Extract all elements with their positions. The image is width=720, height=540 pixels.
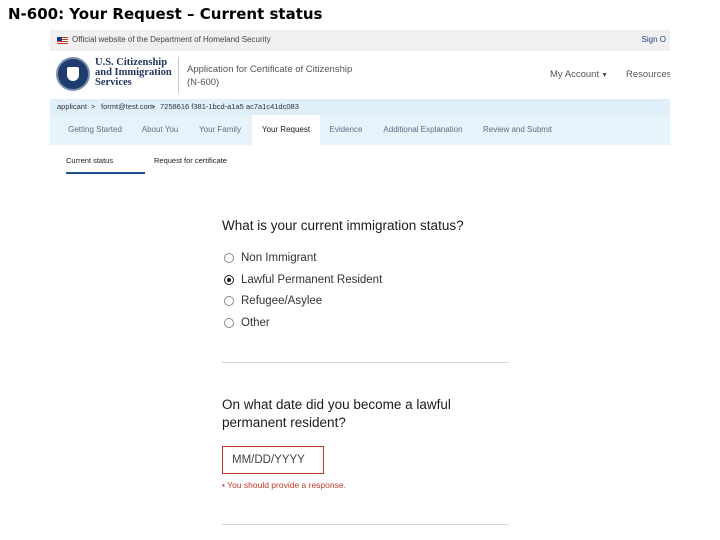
step-about-you[interactable]: About You [134, 115, 186, 145]
radio-option-refugee-asylee[interactable]: Refugee/Asylee [224, 294, 322, 308]
radio-label: Non Immigrant [241, 252, 317, 264]
breadcrumb-item: 7258616 f381-1bcd-a1a5 ac7a1c41dc083 [160, 102, 299, 111]
us-flag-icon [57, 37, 68, 44]
dhs-seal-icon[interactable] [56, 57, 90, 91]
immigration-status-question: What is your current immigration status? [222, 218, 464, 233]
radio-button-selected[interactable] [224, 275, 234, 285]
section-divider [222, 524, 509, 525]
application-form-number: (N-600) [187, 77, 220, 88]
agency-name[interactable]: U.S. Citizenship and Immigration Service… [95, 57, 185, 88]
gov-banner: Official website of the Department of Ho… [50, 30, 670, 51]
steps-nav: Getting Started About You Your Family Yo… [50, 115, 670, 145]
lpr-date-input[interactable] [222, 446, 324, 474]
step-additional-explanation[interactable]: Additional Explanation [378, 115, 468, 145]
chevron-down-icon: ▼ [601, 72, 609, 79]
site-header: U.S. Citizenship and Immigration Service… [50, 51, 670, 99]
breadcrumb: applicant > formt@test.com > 7258616 f38… [50, 99, 670, 115]
radio-option-other[interactable]: Other [224, 316, 270, 330]
agency-name-line: Services [95, 77, 132, 88]
breadcrumb-item[interactable]: formt@test.com [101, 99, 154, 115]
resources-link[interactable]: Resources [626, 69, 670, 80]
lpr-date-question: On what date did you become a lawful per… [222, 397, 451, 430]
section-divider [222, 362, 509, 363]
my-account-menu[interactable]: My Account ▼ [550, 69, 608, 80]
radio-option-lawful-permanent-resident[interactable]: Lawful Permanent Resident [224, 273, 382, 287]
browser-screenshot: Official website of the Department of Ho… [50, 30, 670, 540]
application-title-line: Application for Certificate of Citizensh… [187, 64, 353, 75]
radio-button[interactable] [224, 296, 234, 306]
radio-label: Lawful Permanent Resident [241, 274, 383, 286]
radio-button[interactable] [224, 253, 234, 263]
header-divider [178, 57, 179, 93]
application-title: Application for Certificate of Citizensh… [187, 63, 387, 89]
radio-label: Other [241, 317, 270, 329]
breadcrumb-separator: > [151, 102, 156, 111]
gov-banner-text: Official website of the Department of Ho… [72, 35, 271, 44]
slide-title: N-600: Your Request – Current status [8, 5, 323, 23]
breadcrumb-item[interactable]: applicant [57, 99, 87, 115]
step-your-family[interactable]: Your Family [192, 115, 248, 145]
breadcrumb-separator: > [91, 102, 96, 111]
step-getting-started[interactable]: Getting Started [60, 115, 130, 145]
sign-out-link[interactable]: Sign O [642, 35, 666, 44]
subtab-request-for-certificate[interactable]: Request for certificate [154, 156, 227, 165]
my-account-label: My Account [550, 69, 600, 80]
radio-button[interactable] [224, 318, 234, 328]
step-your-request[interactable]: Your Request [252, 115, 320, 145]
step-review-and-submit[interactable]: Review and Submit [480, 115, 555, 145]
step-evidence[interactable]: Evidence [324, 115, 368, 145]
subtab-current-status[interactable]: Current status [66, 156, 113, 165]
radio-label: Refugee/Asylee [241, 295, 323, 307]
radio-option-non-immigrant[interactable]: Non Immigrant [224, 251, 316, 265]
active-subtab-indicator [66, 172, 145, 174]
validation-error: • You should provide a response. [222, 480, 346, 490]
